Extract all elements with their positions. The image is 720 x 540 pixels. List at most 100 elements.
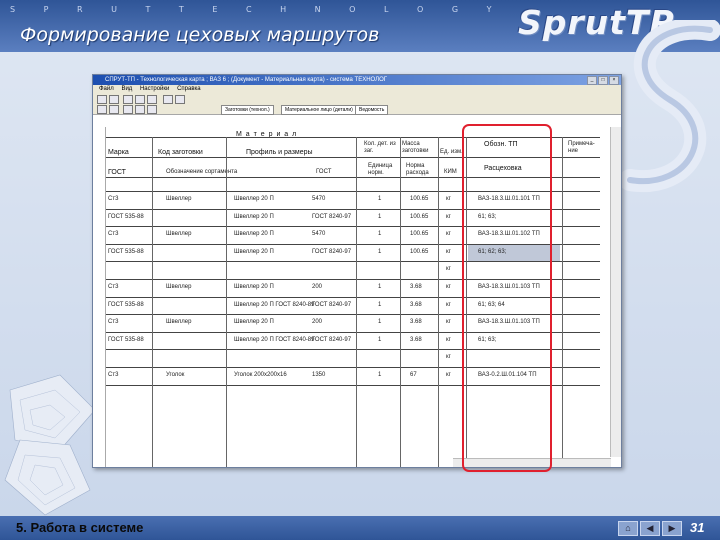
table-cell[interactable]: 1 — [378, 337, 381, 343]
tab-blanks[interactable]: Заготовки (технол.) — [221, 105, 274, 115]
column-divider — [356, 137, 357, 467]
header-kim: КИМ — [444, 169, 457, 175]
table-cell[interactable]: кг — [446, 214, 451, 220]
search-icon[interactable] — [163, 95, 173, 104]
close-icon[interactable]: × — [609, 76, 619, 85]
table-cell[interactable]: 100.65 — [410, 231, 428, 237]
menu-settings[interactable]: Настройки — [140, 86, 169, 92]
header-profile: Профиль и размеры — [246, 149, 313, 156]
table-cell[interactable]: 3.68 — [410, 284, 422, 290]
table-cell[interactable]: Швеллер — [166, 284, 191, 290]
table-cell[interactable]: 100.65 — [410, 249, 428, 255]
table-cell[interactable]: Швеллер 20 П — [234, 214, 274, 220]
table-cell[interactable]: Швеллер 20 П — [234, 249, 274, 255]
table-cell[interactable]: Уголок — [166, 372, 184, 378]
table-cell[interactable]: кг — [446, 319, 451, 325]
paste-icon[interactable] — [147, 95, 157, 104]
tab-sheet[interactable]: Ведомость — [355, 105, 389, 115]
table-cell[interactable]: Ст3 — [108, 319, 118, 325]
table-cell[interactable]: кг — [446, 231, 451, 237]
table-cell[interactable]: ГОСТ 535-88 — [108, 249, 144, 255]
highlight-frame — [462, 124, 552, 472]
home-nav-icon[interactable]: ⌂ — [618, 521, 638, 536]
tab-material[interactable]: Материальное лицо (детали) — [281, 105, 357, 115]
settings-icon[interactable] — [123, 105, 133, 114]
preview-icon[interactable] — [109, 105, 119, 114]
prev-slide-icon[interactable]: ◀ — [640, 521, 660, 536]
table-cell[interactable]: Швеллер 20 П — [234, 284, 274, 290]
save-icon[interactable] — [109, 95, 119, 104]
header-gost: ГОСТ — [108, 169, 126, 176]
menu-file[interactable]: Файл — [99, 86, 114, 92]
table-cell[interactable]: кг — [446, 302, 451, 308]
table-cell[interactable]: 5470 — [312, 196, 325, 202]
header-norm: Норма расхода — [406, 163, 429, 176]
table-cell[interactable]: 1 — [378, 372, 381, 378]
table-cell[interactable]: Швеллер 20 П ГОСТ 8240-89 — [234, 302, 314, 308]
table-cell[interactable]: 1 — [378, 249, 381, 255]
cut-icon[interactable] — [123, 95, 133, 104]
copy-icon[interactable] — [135, 95, 145, 104]
table-cell[interactable]: Ст3 — [108, 196, 118, 202]
table-cell[interactable]: Швеллер 20 П — [234, 196, 274, 202]
table-cell[interactable]: 200 — [312, 319, 322, 325]
table-cell[interactable]: Швеллер 20 П — [234, 319, 274, 325]
vertical-scrollbar[interactable] — [610, 127, 621, 457]
table-cell[interactable]: Ст3 — [108, 372, 118, 378]
menu-help[interactable]: Справка — [177, 86, 201, 92]
table-cell[interactable]: 1 — [378, 284, 381, 290]
menu-bar: Файл Вид Настройки Справка — [93, 85, 621, 94]
table-cell[interactable]: 100.65 — [410, 196, 428, 202]
table-cell[interactable]: ГОСТ 8240-97 — [312, 302, 351, 308]
print-icon[interactable] — [97, 105, 107, 114]
table-cell[interactable]: 1 — [378, 302, 381, 308]
window-title: СПРУТ-ТП - Технологическая карта ; ВАЗ 6… — [105, 77, 388, 83]
table-cell[interactable]: Ст3 — [108, 284, 118, 290]
table-cell[interactable]: кг — [446, 284, 451, 290]
minimize-icon[interactable]: _ — [587, 76, 597, 85]
table-cell[interactable]: 1 — [378, 319, 381, 325]
table-cell[interactable]: Швеллер — [166, 231, 191, 237]
table-cell[interactable]: ГОСТ 535-88 — [108, 337, 144, 343]
table-cell[interactable]: ГОСТ 535-88 — [108, 214, 144, 220]
table-cell[interactable]: 67 — [410, 372, 417, 378]
table-cell[interactable]: ГОСТ 8240-97 — [312, 337, 351, 343]
next-slide-icon[interactable]: ▶ — [662, 521, 682, 536]
table-cell[interactable]: 200 — [312, 284, 322, 290]
header-grade: Марка — [108, 149, 129, 156]
table-cell[interactable]: 1 — [378, 214, 381, 220]
table-cell[interactable]: 100.65 — [410, 214, 428, 220]
header-unit: Ед. изм. — [440, 149, 463, 155]
column-divider — [152, 137, 153, 467]
header-parts-count: Кол. дет. из заг. — [364, 141, 396, 154]
table-cell[interactable]: ГОСТ 8240-97 — [312, 214, 351, 220]
table-cell[interactable]: кг — [446, 266, 451, 272]
table-cell[interactable]: 1 — [378, 231, 381, 237]
grid-icon[interactable] — [135, 105, 145, 114]
table-cell[interactable]: Швеллер 20 П — [234, 231, 274, 237]
maximize-icon[interactable]: □ — [598, 76, 608, 85]
table-cell[interactable]: 5470 — [312, 231, 325, 237]
table-cell[interactable]: Ст3 — [108, 231, 118, 237]
table-cell[interactable]: Швеллер — [166, 319, 191, 325]
table-icon[interactable] — [147, 105, 157, 114]
table-cell[interactable]: 1350 — [312, 372, 325, 378]
table-cell[interactable]: кг — [446, 196, 451, 202]
new-document-icon[interactable] — [97, 95, 107, 104]
table-cell[interactable]: 1 — [378, 196, 381, 202]
table-cell[interactable]: кг — [446, 372, 451, 378]
swirl-decoration — [619, 20, 720, 193]
table-cell[interactable]: Швеллер — [166, 196, 191, 202]
sort-icon[interactable] — [175, 95, 185, 104]
table-cell[interactable]: кг — [446, 249, 451, 255]
table-cell[interactable]: кг — [446, 337, 451, 343]
table-cell[interactable]: ГОСТ 8240-97 — [312, 249, 351, 255]
table-cell[interactable]: 3.68 — [410, 319, 422, 325]
table-cell[interactable]: Уголок 200х200х16 — [234, 372, 287, 378]
table-cell[interactable]: Швеллер 20 П ГОСТ 8240-89 — [234, 337, 314, 343]
table-cell[interactable]: кг — [446, 354, 451, 360]
table-cell[interactable]: 3.68 — [410, 302, 422, 308]
table-cell[interactable]: 3.68 — [410, 337, 422, 343]
table-cell[interactable]: ГОСТ 535-88 — [108, 302, 144, 308]
menu-view[interactable]: Вид — [121, 86, 132, 92]
